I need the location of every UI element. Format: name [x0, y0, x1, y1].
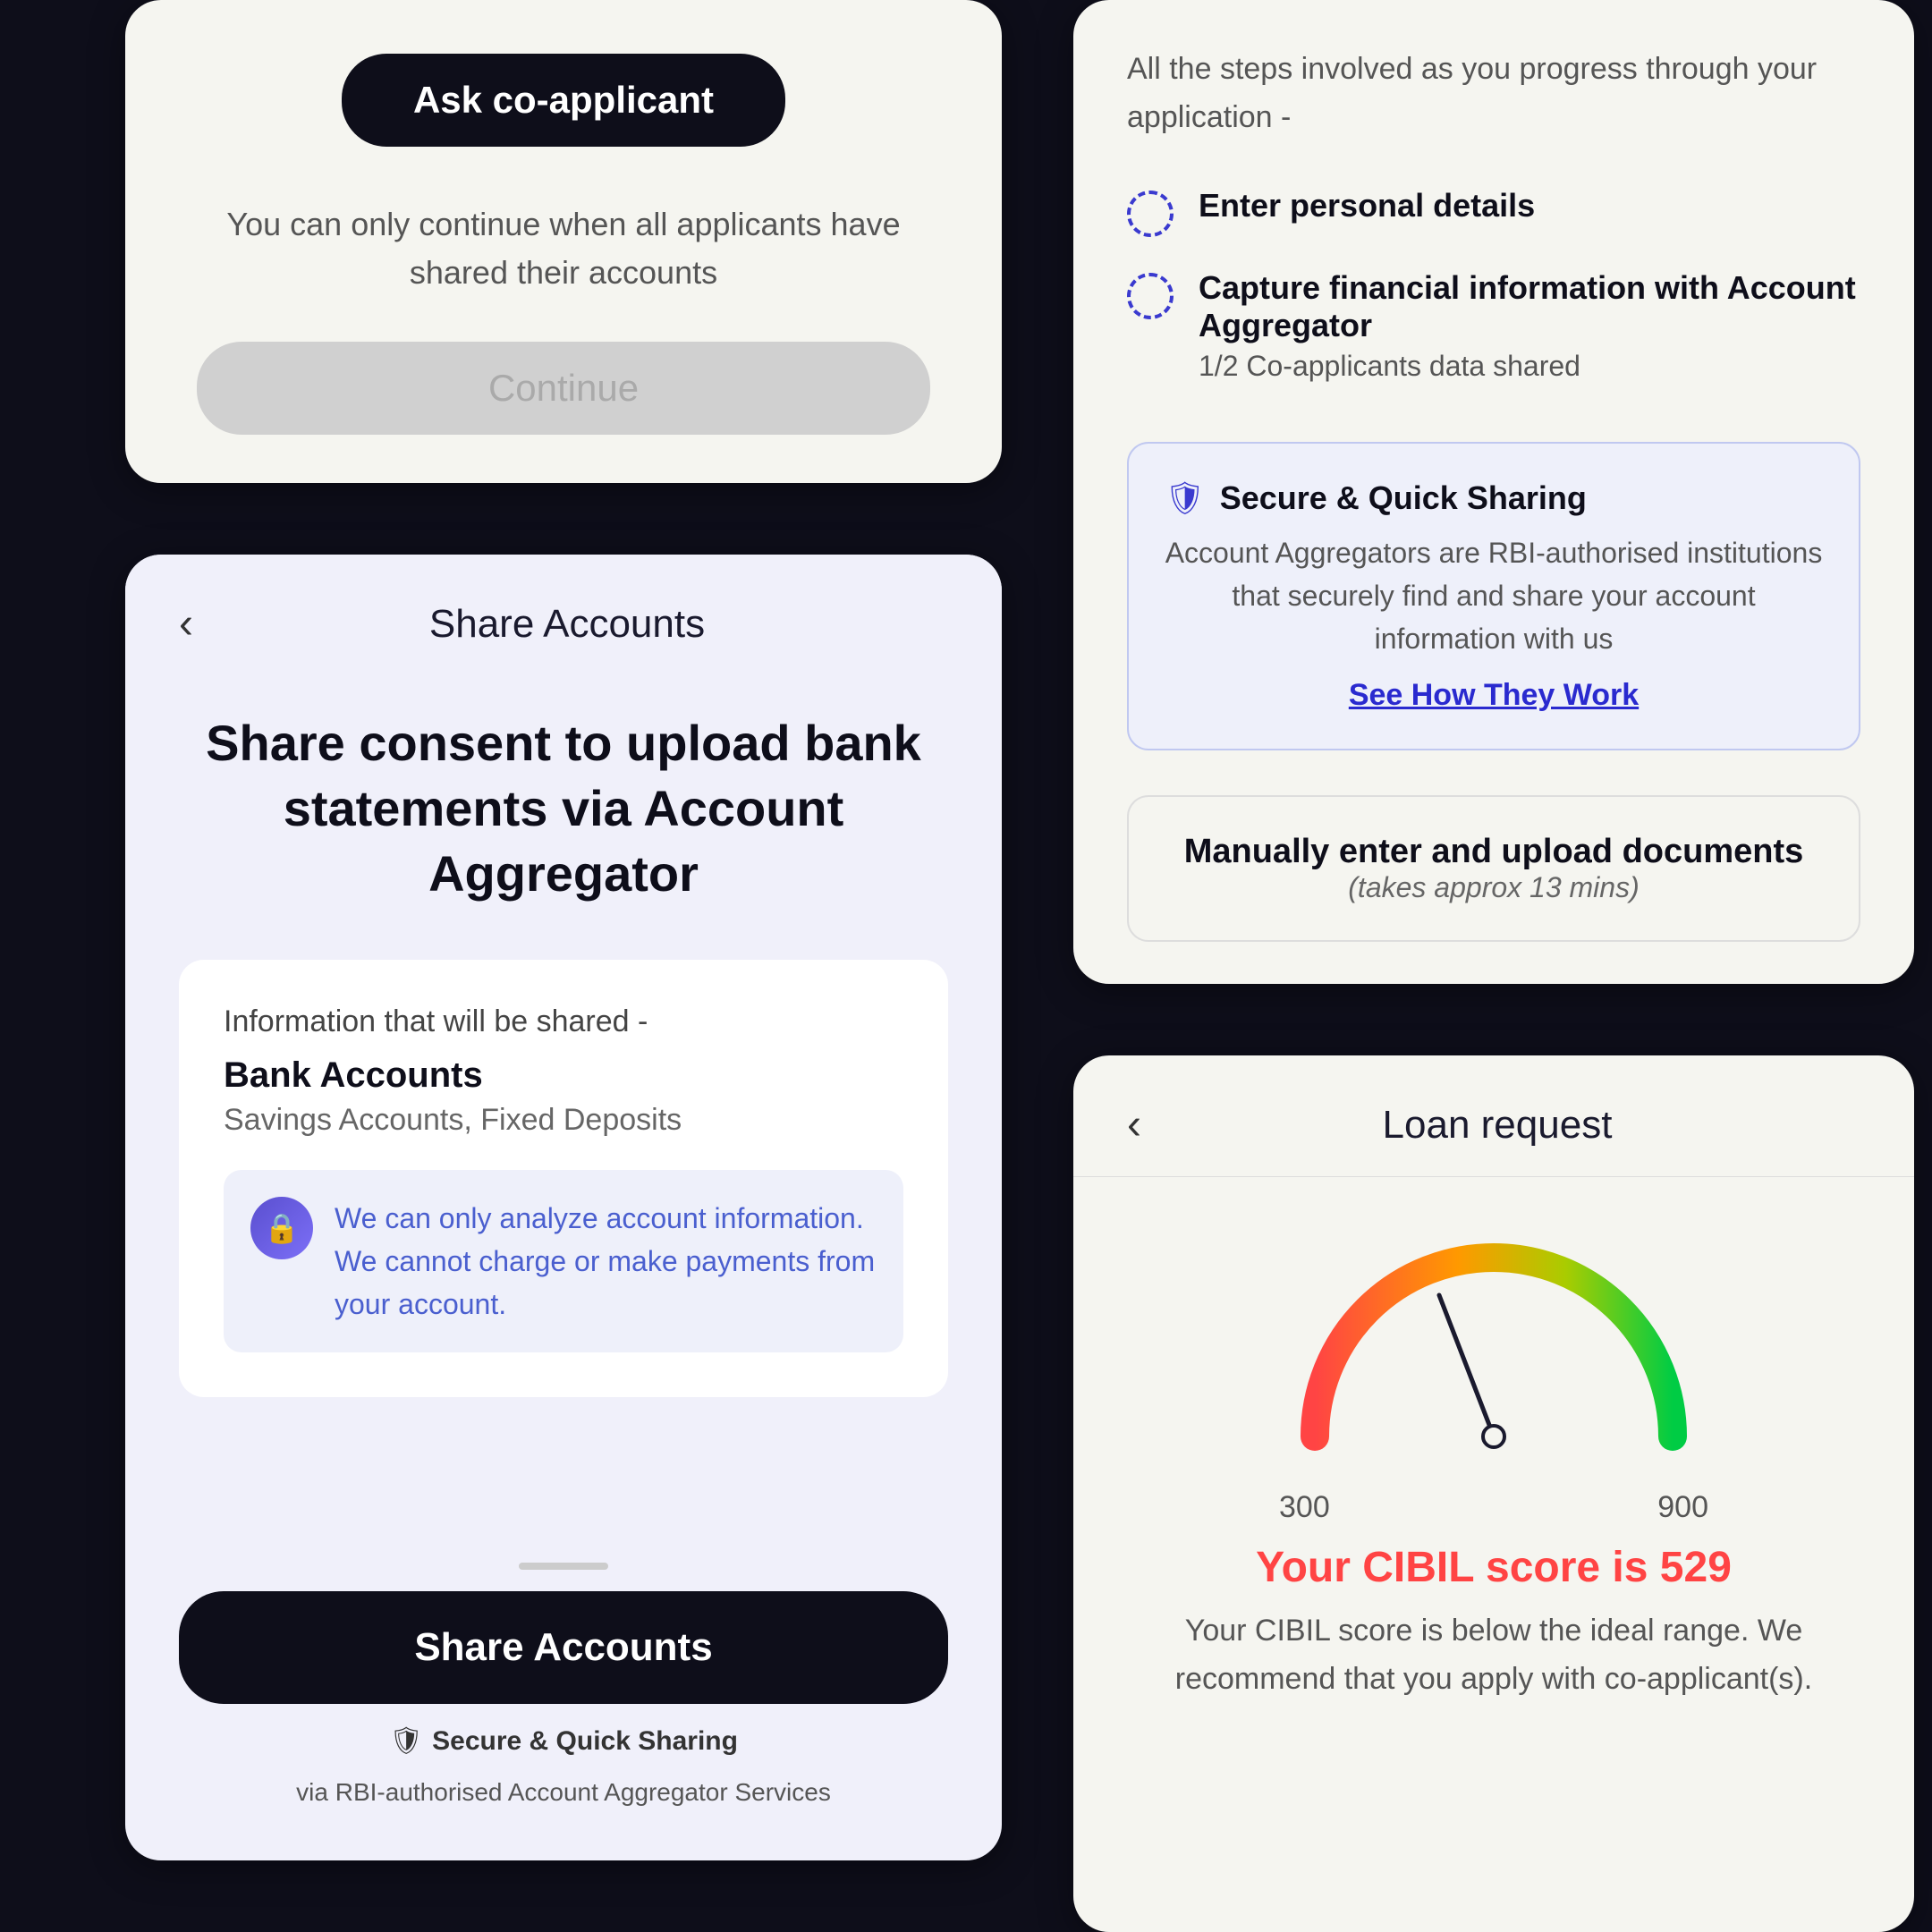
aa-info-header: 🛡 Secure & Quick Sharing — [1165, 479, 1823, 517]
right-top-card: All the steps involved as you progress t… — [1073, 0, 1914, 984]
aa-shield-icon: 🛡 — [1165, 479, 1206, 517]
aa-info-box: 🛡 Secure & Quick Sharing Account Aggrega… — [1127, 442, 1860, 750]
share-accounts-button[interactable]: Share Accounts — [179, 1591, 948, 1704]
back-button[interactable]: ‹ — [179, 599, 193, 648]
bank-accounts-title: Bank Accounts — [224, 1055, 903, 1096]
manual-box: Manually enter and upload documents (tak… — [1127, 795, 1860, 942]
share-accounts-header: ‹ Share Accounts — [125, 555, 1002, 675]
step-1-text: Enter personal details — [1199, 187, 1535, 225]
hint-text: You can only continue when all applicant… — [197, 200, 930, 297]
info-label: Information that will be shared - — [224, 1004, 903, 1039]
cibil-desc: Your CIBIL score is below the ideal rang… — [1127, 1606, 1860, 1704]
loan-header: ‹ Loan request — [1073, 1055, 1914, 1177]
manual-sub: (takes approx 13 mins) — [1165, 871, 1823, 904]
notice-box: 🔒 We can only analyze account informatio… — [224, 1170, 903, 1352]
see-how-link[interactable]: See How They Work — [1165, 678, 1823, 713]
cibil-content: 300 900 Your CIBIL score is 529 Your CIB… — [1073, 1177, 1914, 1758]
share-consent-heading: Share consent to upload bank statements … — [179, 711, 948, 906]
share-accounts-content: Share consent to upload bank statements … — [125, 675, 1002, 1860]
gauge-svg — [1270, 1213, 1717, 1463]
loan-request-card: ‹ Loan request — [1073, 1055, 1914, 1932]
gauge-label-max: 900 — [1657, 1490, 1708, 1525]
cibil-score-text: Your CIBIL score is 529 — [1256, 1543, 1732, 1592]
bank-accounts-sub: Savings Accounts, Fixed Deposits — [224, 1103, 903, 1138]
gauge-container — [1270, 1213, 1717, 1463]
info-card: Information that will be shared - Bank A… — [179, 960, 948, 1397]
aa-title: Secure & Quick Sharing — [1220, 479, 1587, 517]
loan-back-button[interactable]: ‹ — [1127, 1100, 1141, 1149]
step-circle-2 — [1127, 273, 1174, 319]
step-2-sub: 1/2 Co-applicants data shared — [1199, 350, 1860, 383]
notice-text: We can only analyze account information.… — [335, 1197, 877, 1326]
gauge-label-min: 300 — [1279, 1490, 1330, 1525]
share-accounts-title: Share Accounts — [229, 602, 905, 647]
continue-button-disabled: Continue — [197, 342, 930, 435]
ask-coapplicant-button[interactable]: Ask co-applicant — [342, 54, 785, 147]
cibil-score-value: 529 — [1660, 1544, 1732, 1591]
bottom-section: Share Accounts 🛡 Secure & Quick Sharing … — [179, 1563, 948, 1807]
rbi-text: via RBI-authorised Account Aggregator Se… — [296, 1778, 831, 1807]
step-circle-1 — [1127, 191, 1174, 237]
progress-desc: All the steps involved as you progress t… — [1127, 45, 1860, 142]
step-2-text: Capture financial information with Accou… — [1199, 269, 1860, 344]
shield-icon: 🔒 — [250, 1197, 313, 1259]
step-1: Enter personal details — [1127, 187, 1860, 237]
shield-small-icon: 🛡 — [389, 1725, 423, 1757]
top-left-card: Ask co-applicant You can only continue w… — [125, 0, 1002, 483]
loan-title: Loan request — [1177, 1103, 1818, 1148]
scroll-indicator — [519, 1563, 608, 1570]
step-2: Capture financial information with Accou… — [1127, 269, 1860, 383]
share-accounts-card: ‹ Share Accounts Share consent to upload… — [125, 555, 1002, 1860]
manual-title: Manually enter and upload documents — [1165, 833, 1823, 871]
secure-sharing-label: 🛡 Secure & Quick Sharing — [389, 1725, 738, 1757]
gauge-labels: 300 900 — [1270, 1490, 1717, 1525]
aa-desc: Account Aggregators are RBI-authorised i… — [1165, 531, 1823, 660]
